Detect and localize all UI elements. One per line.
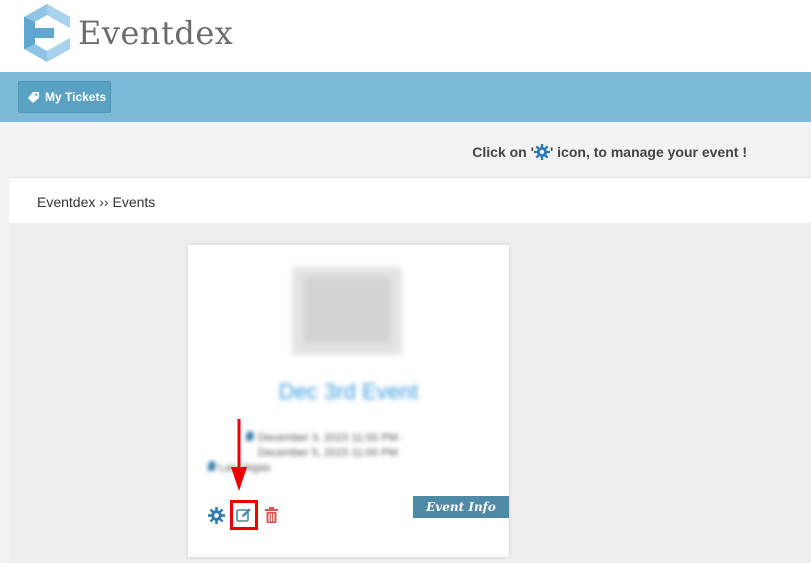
trash-icon [264,507,278,523]
calendar-icon [246,431,254,441]
hint-prefix: Click on ' [472,144,534,160]
manage-hint: Click on ' ' icon, to manage your event … [0,144,811,160]
gear-icon [533,144,550,160]
gear-icon [207,506,225,524]
event-info-button[interactable]: Event Info [413,496,509,518]
delete-event-button[interactable] [261,505,281,525]
manage-event-button[interactable] [206,505,226,525]
top-header: Eventdex [0,0,811,72]
event-card: Dec 3rd Event December 3, 2015 11:00 PM … [188,245,509,557]
edit-event-button[interactable] [230,500,258,530]
ticket-icon [28,91,39,103]
hint-suffix: ' icon, to manage your event ! [549,144,747,160]
eventdex-logo-icon [24,4,70,62]
location-pin-icon [208,461,216,471]
my-tickets-button[interactable]: My Tickets [18,81,111,113]
my-tickets-label: My Tickets [45,90,107,104]
event-title[interactable]: Dec 3rd Event [188,379,509,405]
event-thumbnail[interactable] [292,267,402,355]
event-dates: December 3, 2015 11:00 PM - December 5, … [246,431,446,461]
breadcrumb: Eventdex ›› Events [9,177,811,223]
brand-logo[interactable]: Eventdex [24,4,233,62]
red-arrow-annotation [231,419,247,491]
edit-icon [236,508,251,522]
brand-name: Eventdex [78,14,234,52]
event-date-start: December 3, 2015 11:00 PM - [258,432,405,444]
event-actions [206,500,281,530]
event-date-end: December 5, 2015 11:00 PM [258,447,398,459]
breadcrumb-text[interactable]: Eventdex ›› Events [37,194,155,210]
nav-bar: My Tickets [0,72,811,122]
